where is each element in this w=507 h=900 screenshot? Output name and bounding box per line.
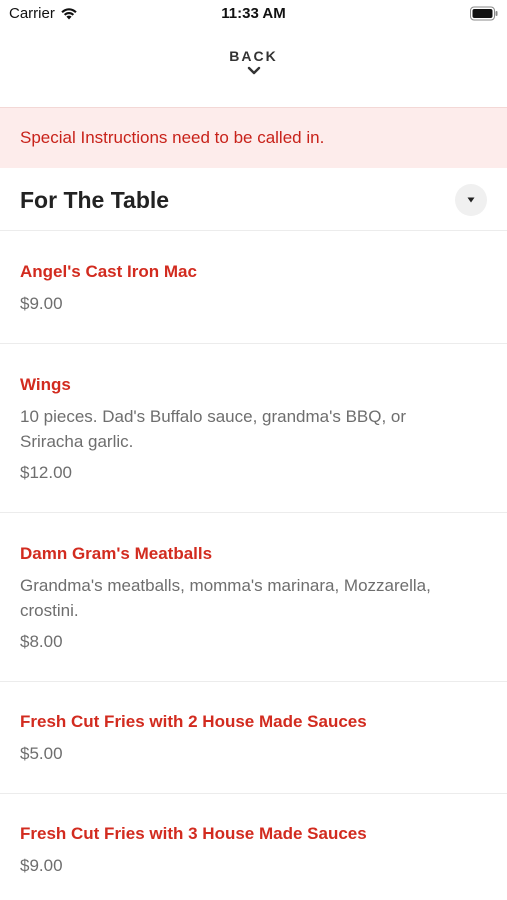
menu-item[interactable]: Fresh Cut Fries with 3 House Made Sauces…	[0, 794, 507, 900]
item-price: $8.00	[20, 632, 63, 651]
item-price: $9.00	[20, 856, 63, 875]
item-price: $5.00	[20, 744, 63, 763]
menu-item[interactable]: Wings 10 pieces. Dad's Buffalo sauce, gr…	[0, 344, 507, 513]
item-name: Angel's Cast Iron Mac	[20, 262, 197, 281]
item-name: Fresh Cut Fries with 2 House Made Sauces	[20, 712, 367, 731]
back-label: BACK	[229, 48, 278, 64]
menu-item[interactable]: Damn Gram's Meatballs Grandma's meatball…	[0, 513, 507, 682]
notice-text: Special Instructions need to be called i…	[20, 128, 325, 147]
status-time: 11:33 AM	[221, 5, 286, 22]
section-dropdown-button[interactable]	[455, 184, 487, 216]
section-title: For The Table	[20, 187, 170, 213]
menu-item[interactable]: Angel's Cast Iron Mac $9.00	[0, 231, 507, 344]
item-name: Damn Gram's Meatballs	[20, 544, 213, 563]
item-price: $9.00	[20, 294, 63, 313]
battery-icon	[470, 6, 498, 21]
status-bar: Carrier 11:33 AM	[0, 0, 507, 28]
item-description: 10 pieces. Dad's Buffalo sauce, grandma'…	[20, 407, 407, 451]
special-instructions-notice: Special Instructions need to be called i…	[0, 107, 507, 168]
item-name: Fresh Cut Fries with 3 House Made Sauces	[20, 824, 367, 843]
chevron-down-icon	[247, 66, 260, 75]
back-button[interactable]: BACK	[0, 48, 507, 76]
caret-down-icon	[467, 197, 475, 203]
menu-item[interactable]: Fresh Cut Fries with 2 House Made Sauces…	[0, 682, 507, 794]
section-header: For The Table	[0, 168, 507, 231]
item-price: $12.00	[20, 463, 72, 482]
item-name: Wings	[20, 375, 71, 394]
item-description: Grandma's meatballs, momma's marinara, M…	[20, 576, 431, 620]
